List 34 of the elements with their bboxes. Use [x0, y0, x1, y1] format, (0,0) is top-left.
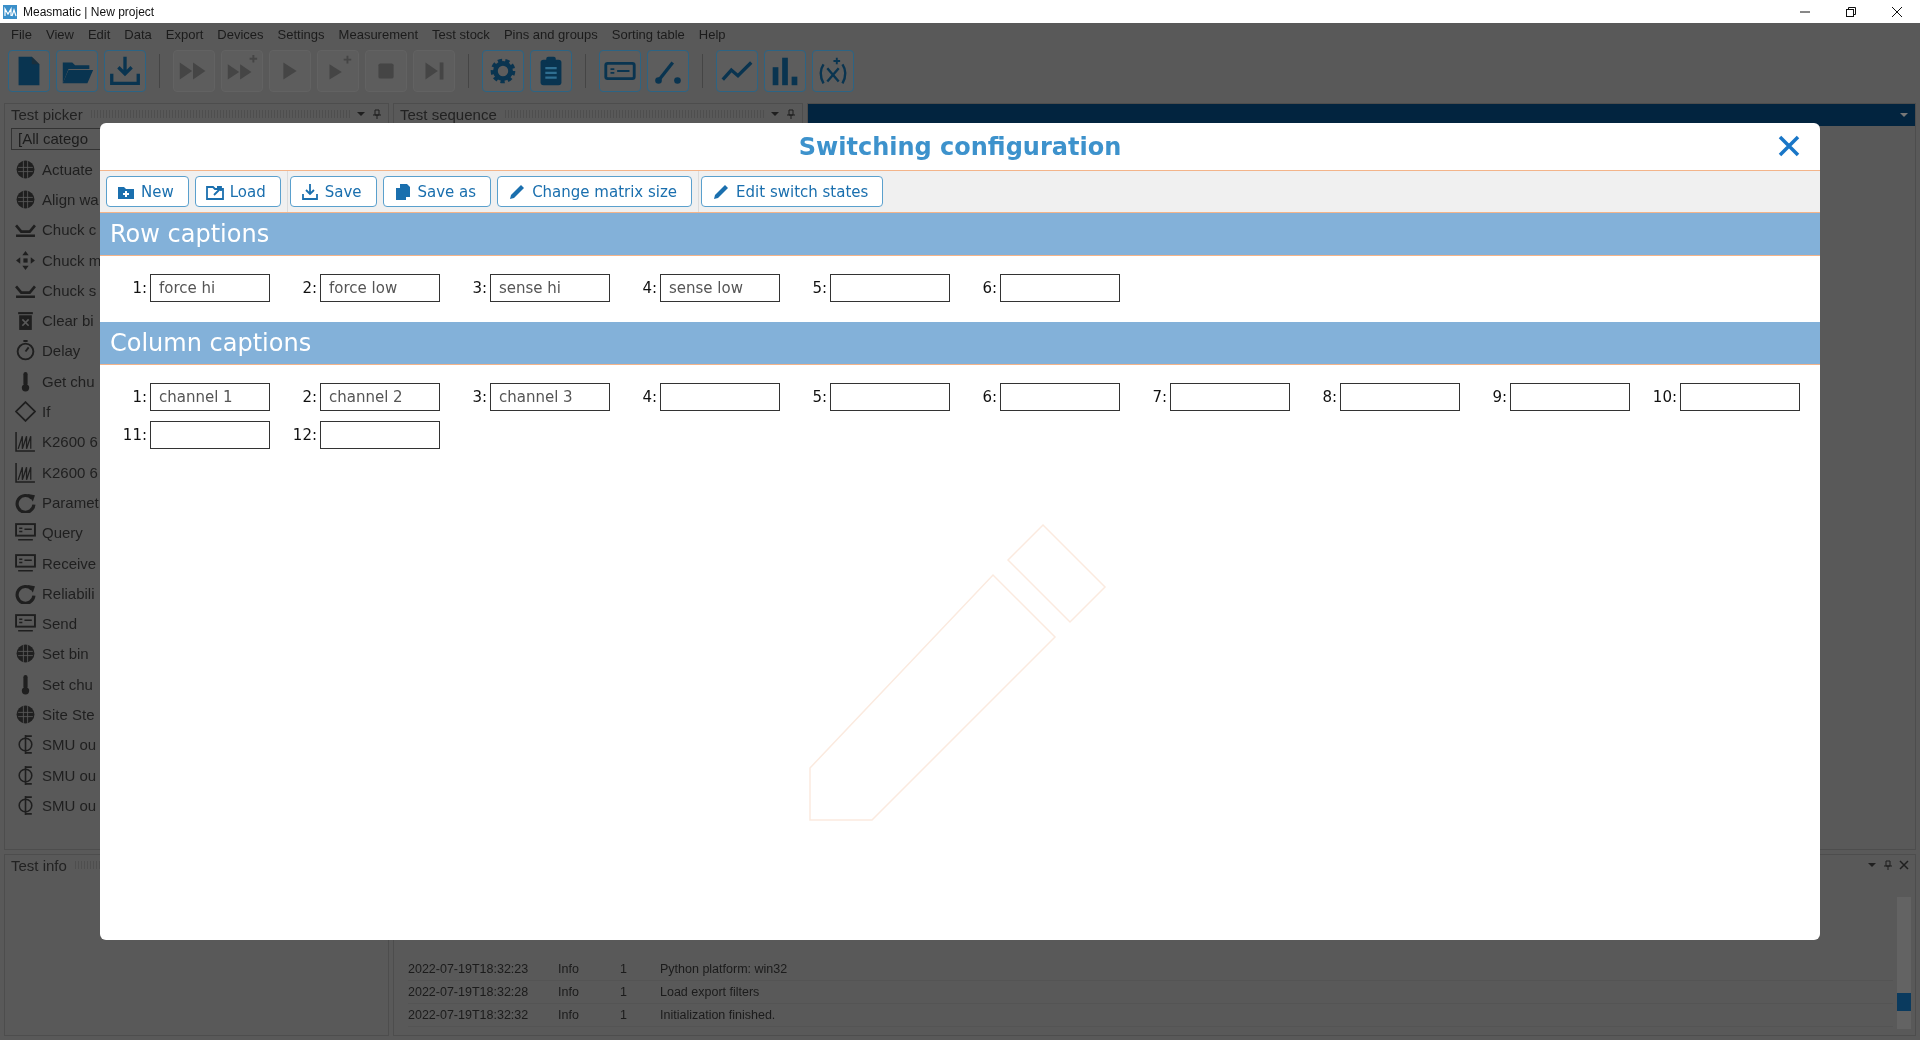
field-label: 8: [1322, 388, 1337, 406]
log-message: Python platform: win32 [660, 962, 788, 976]
log-message: Load export filters [660, 985, 760, 999]
field-label: 11: [122, 426, 147, 444]
field-label: 5: [812, 388, 827, 406]
log-level: Info [558, 1008, 580, 1022]
window-title: Measmatic | New project [23, 4, 156, 19]
log-code: 1 [620, 1008, 628, 1022]
field-label: 6: [982, 388, 997, 406]
field-label: 3: [472, 279, 487, 297]
log-level: Info [558, 962, 580, 976]
field-label: 7: [1152, 388, 1167, 406]
dialog-title: Switching configuration [798, 132, 1122, 161]
log-time: 2022-07-19T18:32:23 [408, 962, 530, 976]
log-code: 1 [620, 962, 628, 976]
field-label: 12: [292, 426, 317, 444]
log-time: 2022-07-19T18:32:28 [408, 985, 530, 999]
field-label: 9: [1492, 388, 1507, 406]
section-header: Row captions [100, 213, 1820, 256]
field-label: 2: [302, 279, 317, 297]
field-label: 4: [642, 279, 657, 297]
field-label: 3: [472, 388, 487, 406]
log-time: 2022-07-19T18:32:32 [408, 1008, 530, 1022]
log-code: 1 [620, 985, 628, 999]
section-header: Column captions [100, 322, 1820, 365]
field-label: 6: [982, 279, 997, 297]
field-label: 1: [132, 388, 147, 406]
log-message: Initialization finished. [660, 1008, 776, 1022]
field-label: 10: [1652, 388, 1677, 406]
field-label: 1: [132, 279, 147, 297]
field-label: 5: [812, 279, 827, 297]
log-level: Info [558, 985, 580, 999]
field-label: 2: [302, 388, 317, 406]
field-label: 4: [642, 388, 657, 406]
